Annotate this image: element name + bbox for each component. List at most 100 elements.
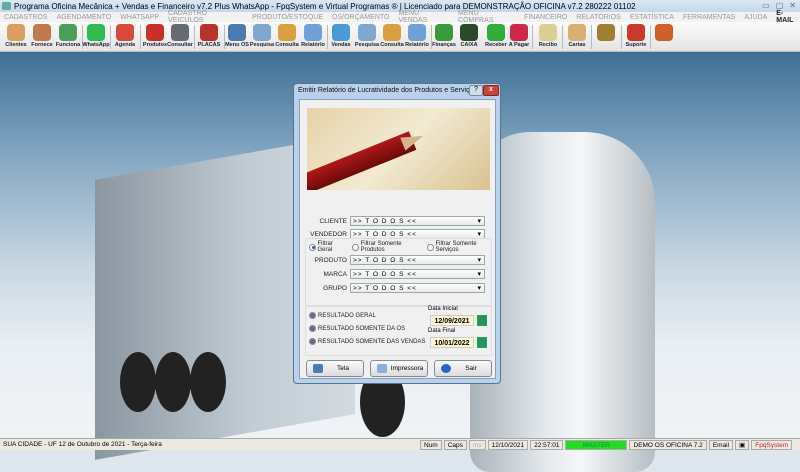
whatsapp-icon — [87, 24, 105, 41]
menu-agendamento[interactable]: AGENDAMENTO — [57, 14, 112, 21]
marca-select[interactable]: >> T O D O S << — [350, 269, 485, 279]
arrow-right-icon — [441, 364, 451, 373]
sair-button[interactable]: Sair — [434, 360, 492, 377]
clipboard-icon — [228, 24, 246, 41]
data-final-input[interactable]: 10/01/2022 — [430, 337, 474, 348]
toolbar-button-fornece[interactable]: Fornece — [29, 23, 55, 51]
menu-financeiro[interactable]: FINANCEIRO — [524, 14, 567, 21]
dollar-green-icon — [487, 24, 505, 41]
toolbar-button-exit-door-icon[interactable] — [651, 23, 677, 51]
toolbar-button-suporte[interactable]: Suporte — [623, 23, 649, 51]
window-title: Programa Oficina Mecânica + Vendas e Fin… — [14, 1, 636, 11]
menu-cadastros[interactable]: CADASTROS — [4, 14, 48, 21]
menu-estat-stica[interactable]: ESTATÍSTICA — [630, 14, 674, 21]
toolbar-button-placas[interactable]: PLACAS — [196, 23, 222, 51]
status-tool-icon[interactable]: ▣ — [735, 439, 750, 450]
toolbar-label: Recibo — [538, 42, 558, 48]
grupo-select[interactable]: >> T O D O S << — [350, 283, 485, 293]
status-location: SUA CIDADE - UF 12 de Outubro de 2021 - … — [3, 440, 162, 448]
toolbar-button-relat-rio[interactable]: Relatório — [300, 23, 326, 51]
menu-produto-estoque[interactable]: PRODUTO/ESTOQUE — [252, 14, 323, 21]
report-dialog: Emitir Relatório de Lucratividade dos Pr… — [293, 83, 501, 384]
toolbar-button-consulta[interactable]: Consulta — [379, 23, 405, 51]
calendar-icon[interactable] — [477, 315, 487, 326]
toolbar-button-whatsapp[interactable]: WhatsApp — [82, 23, 110, 51]
radio-filtrar-geral[interactable]: Filtrar Geral — [309, 241, 346, 253]
cliente-label: CLIENTE — [319, 217, 347, 225]
data-inicial-input[interactable]: 12/09/2021 — [430, 315, 474, 326]
radio-resultado-geral[interactable]: RESULTADO GERAL — [309, 312, 376, 319]
toolbar-button-caixa[interactable]: CAIXA — [456, 23, 482, 51]
exit-door-icon — [655, 24, 673, 41]
toolbar-label: Receber — [485, 42, 507, 48]
toolbar-separator — [621, 25, 622, 49]
toolbar-label: Pesquisa — [354, 42, 380, 48]
search-doc-icon — [358, 24, 376, 41]
maximize-button[interactable]: ▢ — [776, 1, 784, 10]
toolbar-button-pesquisa[interactable]: Pesquisa — [249, 23, 275, 51]
toolbar-button-a-pagar[interactable]: A Pagar — [506, 23, 532, 51]
toolbar-separator — [562, 25, 563, 49]
barcode-icon — [171, 24, 189, 41]
calendar-icon — [116, 24, 134, 41]
data-inicial-label: Data Inicial — [428, 306, 458, 312]
menu-os-or-amento[interactable]: OS/ORÇAMENTO — [332, 14, 389, 21]
toolbar: Clientes Fornece Funciona WhatsApp Agenda Pro… — [0, 22, 800, 52]
status-email[interactable]: Email — [708, 439, 734, 450]
toolbar-label: Produtos — [142, 42, 168, 48]
toolbar-label: Consulta — [380, 42, 404, 48]
printer-icon — [408, 24, 426, 41]
menu-bar: CADASTROS AGENDAMENTO WHATSAPP CADASTRO VEI… — [0, 10, 800, 24]
dialog-close-button[interactable]: x — [483, 85, 499, 96]
menu-ajuda[interactable]: AJUDA — [744, 14, 767, 21]
toolbar-button-relat-rio[interactable]: Relatório — [404, 23, 430, 51]
dialog-title: Emitir Relatório de Lucratividade dos Pr… — [298, 87, 477, 94]
menu-relat-rios[interactable]: RELATÓRIOS — [576, 14, 621, 21]
radio-filtrar-produtos[interactable]: Filtrar Somente Produtos — [352, 241, 421, 253]
status-brand: FpqSystem — [751, 439, 793, 450]
data-final-label: Data Final — [428, 328, 456, 334]
toolbar-label: Clientes — [5, 42, 27, 48]
folder-icon — [383, 24, 401, 41]
finance-chart-icon — [435, 24, 453, 41]
cliente-select[interactable]: >> T O D O S << — [350, 216, 485, 226]
menu-whatsapp[interactable]: WHATSAPP — [120, 14, 159, 21]
toolbar-label: Consultar — [167, 42, 193, 48]
monitor-icon — [332, 24, 350, 41]
toolbar-label: Finanças — [432, 42, 456, 48]
clients-icon — [7, 24, 25, 41]
toolbar-separator — [194, 25, 195, 49]
toolbar-button-coins-icon[interactable] — [593, 23, 619, 51]
toolbar-button-clientes[interactable]: Clientes — [3, 23, 29, 51]
toolbar-separator — [140, 25, 141, 49]
menu-ferramentas[interactable]: FERRAMENTAS — [683, 14, 735, 21]
toolbar-button-cartas[interactable]: Cartas — [564, 23, 590, 51]
toolbar-button-finan-as[interactable]: Finanças — [431, 23, 457, 51]
minimize-button[interactable]: ▭ — [762, 1, 770, 10]
produto-select[interactable]: >> T O D O S << — [350, 255, 485, 265]
toolbar-button-produtos[interactable]: Produtos — [142, 23, 168, 51]
tela-button[interactable]: Tela — [306, 360, 364, 377]
toolbar-label: Relatório — [405, 42, 429, 48]
grupo-label: GRUPO — [323, 284, 347, 292]
calendar-icon[interactable] — [477, 337, 487, 348]
toolbar-button-consultar[interactable]: Consultar — [167, 23, 193, 51]
toolbar-button-menu-os[interactable]: Menu OS — [224, 23, 250, 51]
toolbar-button-funciona[interactable]: Funciona — [55, 23, 81, 51]
toolbar-button-vendas[interactable]: Vendas — [328, 23, 354, 51]
support-icon — [627, 24, 645, 41]
toolbar-separator — [591, 25, 592, 49]
close-button[interactable]: ✕ — [789, 1, 796, 10]
help-button[interactable]: ? — [469, 85, 483, 96]
toolbar-button-consulta[interactable]: Consulta — [274, 23, 300, 51]
radio-filtrar-servicos[interactable]: Filtrar Somente Serviços — [426, 241, 495, 253]
toolbar-label: Menu OS — [225, 42, 249, 48]
toolbar-button-agenda[interactable]: Agenda — [112, 23, 138, 51]
radio-resultado-vendas[interactable]: RESULTADO SOMENTE DAS VENDAS — [309, 338, 425, 345]
truck-icon — [200, 24, 218, 41]
toolbar-button-recibo[interactable]: Recibo — [535, 23, 561, 51]
impressora-button[interactable]: Impressora — [370, 360, 428, 377]
status-caps: Caps — [443, 439, 467, 450]
toolbar-button-pesquisa[interactable]: Pesquisa — [354, 23, 380, 51]
radio-resultado-os[interactable]: RESULTADO SOMENTE DA OS — [309, 325, 405, 332]
